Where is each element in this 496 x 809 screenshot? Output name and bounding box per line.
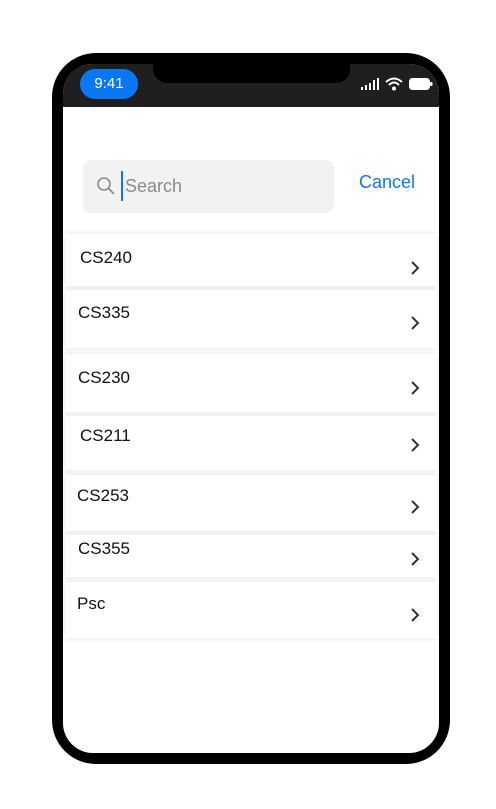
- list-item[interactable]: CS211: [65, 416, 437, 470]
- phone-frame: 9:41 Search Cancel CS240 CS335 CS230 CS2…: [52, 53, 450, 764]
- wifi-icon: [385, 77, 403, 91]
- course-label: CS253: [77, 486, 129, 505]
- signal-icon: [361, 78, 379, 90]
- chevron-right-icon: [411, 500, 420, 514]
- list-item[interactable]: Psc: [65, 582, 437, 638]
- search-bar[interactable]: [83, 160, 334, 213]
- search-input[interactable]: [125, 170, 325, 202]
- status-bar: 9:41: [63, 64, 439, 107]
- battery-icon: [409, 78, 433, 90]
- chevron-right-icon: [411, 316, 420, 330]
- text-cursor: [121, 171, 123, 201]
- list-item[interactable]: CS253: [65, 475, 437, 531]
- phone-screen: 9:41 Search Cancel CS240 CS335 CS230 CS2…: [63, 64, 439, 753]
- cancel-button[interactable]: Cancel: [359, 172, 415, 193]
- course-label: Psc: [77, 594, 106, 613]
- course-label: CS230: [78, 368, 130, 387]
- chevron-right-icon: [411, 608, 420, 622]
- list-item[interactable]: CS240: [65, 234, 437, 286]
- list-item[interactable]: CS230: [65, 354, 437, 412]
- course-label: CS355: [78, 539, 130, 558]
- chevron-right-icon: [411, 438, 420, 452]
- chevron-right-icon: [411, 261, 420, 275]
- status-icons: [361, 77, 433, 91]
- list-item[interactable]: CS355: [65, 535, 437, 577]
- notch: [153, 64, 350, 83]
- course-label: CS335: [78, 303, 130, 322]
- list-item[interactable]: CS335: [65, 290, 437, 348]
- search-icon: [97, 177, 115, 195]
- course-label: CS240: [80, 248, 132, 267]
- chevron-right-icon: [411, 552, 420, 566]
- course-label: CS211: [80, 426, 131, 445]
- status-time: 9:41: [80, 69, 138, 99]
- chevron-right-icon: [411, 381, 420, 395]
